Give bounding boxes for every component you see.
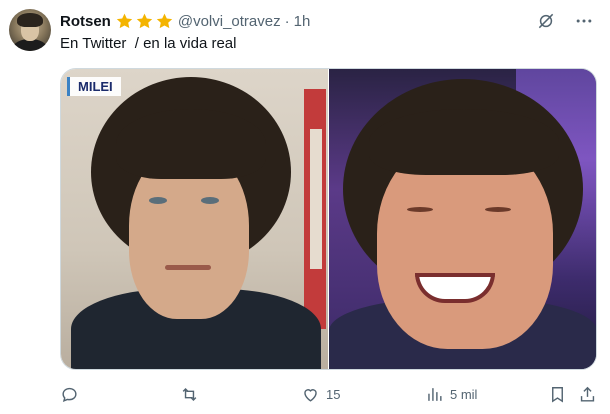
photo-right[interactable] xyxy=(329,69,596,369)
heart-icon xyxy=(304,388,317,402)
star-badges xyxy=(115,12,174,31)
retweet-button[interactable] xyxy=(180,385,205,404)
author-handle[interactable]: @volvi_otravez xyxy=(178,13,281,30)
star-icon xyxy=(156,13,173,28)
star-icon xyxy=(136,13,153,28)
reply-button[interactable] xyxy=(60,385,85,404)
portrait-mouth xyxy=(165,265,211,270)
views-count: 5 mil xyxy=(450,386,478,402)
portrait-eye xyxy=(485,207,511,212)
photo-label: MILEI xyxy=(67,77,121,96)
photo-left[interactable]: MILEI xyxy=(61,69,328,369)
tweet-header: Rotsen @volvi_otravez · 1h xyxy=(60,11,310,31)
tweet-time[interactable]: 1h xyxy=(294,13,311,30)
portrait-eye xyxy=(149,197,167,204)
top-actions xyxy=(536,11,594,31)
background-frame-inner xyxy=(310,129,322,269)
star-icon xyxy=(116,13,133,28)
tweet-actions: 15 5 mil xyxy=(60,382,597,406)
author-name[interactable]: Rotsen xyxy=(60,13,111,30)
views-icon xyxy=(428,387,442,401)
views-button[interactable]: 5 mil xyxy=(425,385,477,404)
avatar[interactable] xyxy=(9,9,51,51)
portrait-eye xyxy=(407,207,433,212)
tweet-media[interactable]: MILEI xyxy=(60,68,597,370)
portrait-eye xyxy=(201,197,219,204)
like-button[interactable]: 15 xyxy=(301,385,340,404)
retweet-icon xyxy=(182,387,197,401)
like-count: 15 xyxy=(326,386,341,402)
tweet-text: En Twitter / en la vida real xyxy=(60,35,237,52)
portrait-fringe xyxy=(116,109,266,179)
avatar-hair xyxy=(17,13,43,27)
bookmark-icon xyxy=(552,386,563,403)
grok-icon[interactable] xyxy=(536,11,556,31)
share-icon xyxy=(580,386,595,402)
portrait-fringe xyxy=(369,109,559,175)
separator-dot: · xyxy=(284,12,290,30)
tweet[interactable]: Rotsen @volvi_otravez · 1h En Twitter / … xyxy=(0,0,610,414)
reply-icon xyxy=(62,387,77,402)
more-icon[interactable] xyxy=(574,11,594,31)
bookmark-button[interactable] xyxy=(548,385,567,404)
share-button[interactable] xyxy=(578,385,597,404)
